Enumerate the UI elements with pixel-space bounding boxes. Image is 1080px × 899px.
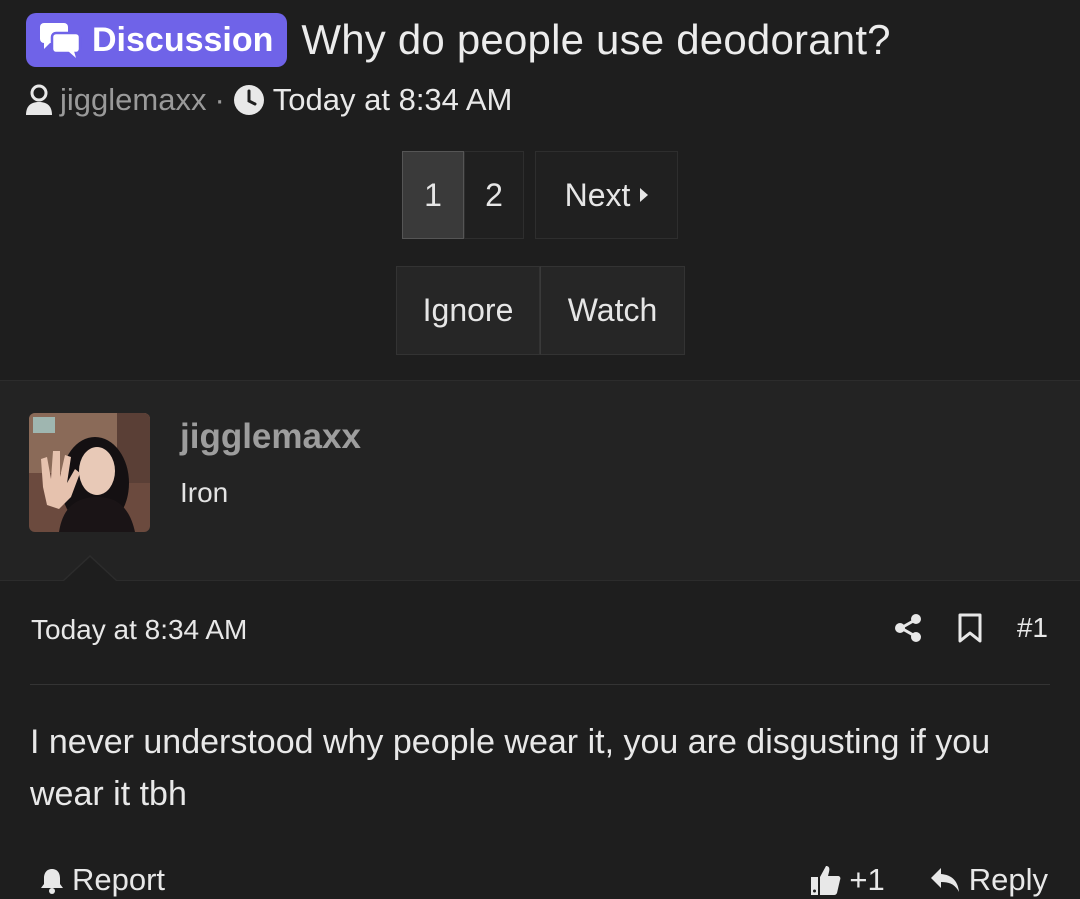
discussion-badge[interactable]: Discussion	[26, 13, 288, 67]
user-title: Iron	[180, 477, 229, 508]
reply-button[interactable]: Reply	[929, 862, 1048, 898]
thumbs-up-icon	[811, 866, 841, 895]
thread-actions: Ignore Watch	[396, 266, 685, 355]
reply-label: Reply	[968, 862, 1048, 897]
ignore-button[interactable]: Ignore	[396, 266, 540, 355]
bookmark-icon[interactable]	[957, 613, 983, 643]
post-footer-actions: +1 Reply	[809, 862, 1048, 898]
watch-button[interactable]: Watch	[540, 266, 685, 355]
pagination: 1 2 Next	[402, 151, 678, 239]
post-divider	[30, 684, 1050, 685]
post-date-link[interactable]: Today at 8:34 AM	[31, 614, 247, 646]
meta-separator: ·	[214, 82, 225, 117]
bell-icon	[41, 869, 63, 894]
thread-header: Discussion Why do people use deodorant? …	[0, 0, 1080, 380]
like-count: +1	[849, 862, 885, 897]
thread-title: Why do people use deodorant?	[301, 16, 891, 63]
next-label: Next	[564, 176, 631, 213]
avatar[interactable]	[29, 413, 150, 532]
like-button[interactable]: +1	[809, 862, 885, 898]
title-row: Discussion Why do people use deodorant?	[26, 13, 891, 67]
post-user-block: jigglemaxx Iron	[0, 380, 1080, 581]
post-number-link[interactable]: #1	[1017, 612, 1048, 644]
page-1-button[interactable]: 1	[402, 151, 464, 239]
thread-meta: jigglemaxx · Today at 8:34 AM	[24, 82, 512, 118]
report-label: Report	[72, 862, 166, 897]
comments-icon	[40, 23, 82, 58]
post-tools: #1	[893, 612, 1048, 644]
thread-time-link[interactable]: Today at 8:34 AM	[273, 82, 513, 118]
badge-label: Discussion	[92, 20, 274, 59]
next-page-button[interactable]: Next	[535, 151, 678, 239]
post-body: I never understood why people wear it, y…	[30, 723, 991, 813]
report-button[interactable]: Report	[38, 862, 165, 898]
reply-icon	[930, 868, 959, 892]
clock-icon	[233, 85, 264, 115]
user-block-pointer-inner	[64, 557, 116, 581]
post-username-link[interactable]: jigglemaxx	[180, 417, 361, 457]
thread-author-link[interactable]: jigglemaxx	[60, 82, 206, 118]
user-icon	[26, 84, 52, 115]
caret-right-icon	[640, 188, 649, 202]
share-icon[interactable]	[893, 613, 923, 643]
page-2-button[interactable]: 2	[464, 151, 524, 239]
thread-page: Discussion Why do people use deodorant? …	[0, 0, 1080, 899]
